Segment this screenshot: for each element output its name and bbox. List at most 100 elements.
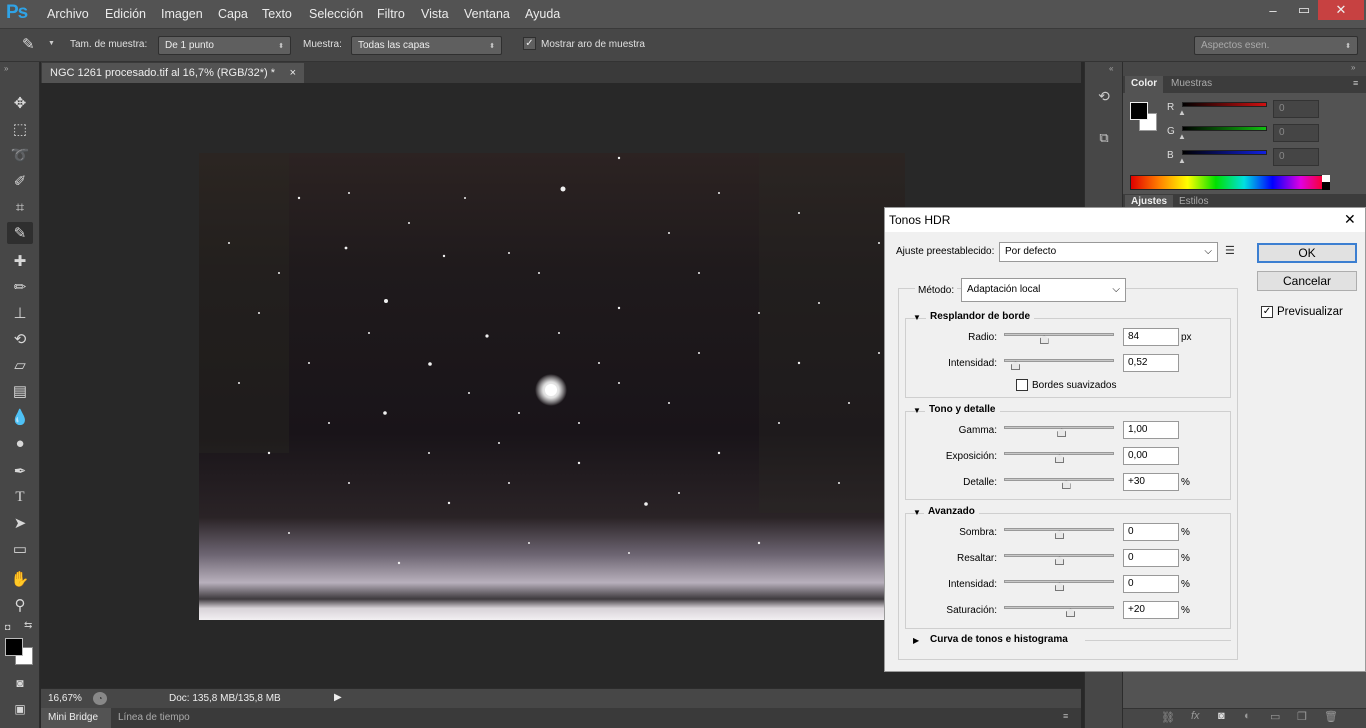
link-layers-icon[interactable]: ⛓ — [1161, 711, 1175, 724]
green-value[interactable]: 0 — [1273, 124, 1319, 142]
highlight-input[interactable]: 0 — [1123, 549, 1179, 567]
tab-mini-bridge[interactable]: Mini Bridge — [41, 708, 111, 728]
saturation-input[interactable]: +20 — [1123, 601, 1179, 619]
red-value[interactable]: 0 — [1273, 100, 1319, 118]
status-info-icon[interactable]: ◔ — [93, 692, 107, 705]
workspace-select[interactable]: Aspectos esen. ⬍ — [1194, 36, 1358, 55]
method-select[interactable]: Adaptación local ⌵ — [961, 278, 1126, 302]
close-window-button[interactable]: ✕ — [1318, 0, 1364, 20]
history-brush-tool-icon[interactable]: ⟲ — [7, 328, 33, 350]
gradient-tool-icon[interactable]: ▤ — [7, 380, 33, 402]
spectrum-black-swatch[interactable] — [1322, 182, 1330, 190]
preset-select[interactable]: Por defecto ⌵ — [999, 242, 1218, 262]
preview-checkbox[interactable]: ✓ — [1261, 306, 1273, 318]
panel-menu-icon[interactable]: ≡ — [1063, 711, 1068, 721]
close-tab-icon[interactable]: × — [290, 67, 296, 79]
trash-icon[interactable]: 🗑 — [1324, 710, 1338, 723]
color-spectrum-ramp[interactable] — [1130, 175, 1330, 190]
pen-tool-icon[interactable]: ✒ — [7, 460, 33, 482]
sample-size-select[interactable]: De 1 punto ⬍ — [158, 36, 291, 55]
collapse-advanced-icon[interactable]: ▼ — [913, 508, 921, 517]
tool-preset-chevron-icon[interactable]: ▼ — [48, 40, 55, 47]
exposure-input[interactable]: 0,00 — [1123, 447, 1179, 465]
tab-timeline[interactable]: Línea de tiempo — [118, 712, 190, 723]
blue-value[interactable]: 0 — [1273, 148, 1319, 166]
menu-edicion[interactable]: Edición — [105, 7, 146, 21]
expand-curve-icon[interactable]: ▶ — [913, 636, 919, 645]
status-menu-arrow-icon[interactable]: ▶ — [334, 692, 342, 703]
detail-slider[interactable] — [1004, 478, 1114, 481]
marquee-tool-icon[interactable]: ⬚ — [7, 118, 33, 140]
green-slider-thumb-icon[interactable]: ▲ — [1178, 132, 1186, 141]
radius-input[interactable]: 84 — [1123, 328, 1179, 346]
menu-vista[interactable]: Vista — [421, 7, 449, 21]
curve-title[interactable]: Curva de tonos e histograma — [926, 634, 1072, 645]
zoom-level[interactable]: 16,67% — [48, 693, 82, 704]
smooth-edges-checkbox[interactable] — [1016, 379, 1028, 391]
swap-colors-icon[interactable]: ⇆ — [24, 620, 32, 631]
layer-mask-icon[interactable]: ◙ — [1218, 710, 1225, 722]
zoom-tool-icon[interactable]: ⚲ — [7, 594, 33, 616]
shape-tool-icon[interactable]: ▭ — [7, 538, 33, 560]
eyedropper-tool-icon[interactable]: ✎ — [7, 222, 33, 244]
history-panel-icon[interactable]: ⟲ — [1092, 84, 1116, 108]
red-slider-thumb-icon[interactable]: ▲ — [1178, 108, 1186, 117]
hand-tool-icon[interactable]: ✋ — [7, 568, 33, 590]
group-folder-icon[interactable]: ▭ — [1270, 710, 1280, 723]
ok-button[interactable]: OK — [1257, 243, 1357, 263]
move-tool-icon[interactable]: ✥ — [7, 92, 33, 114]
green-slider[interactable] — [1182, 126, 1267, 131]
collapse-panels-icon[interactable]: » — [1351, 63, 1355, 72]
menu-imagen[interactable]: Imagen — [161, 7, 203, 21]
menu-ventana[interactable]: Ventana — [464, 7, 510, 21]
dialog-close-button[interactable]: ✕ — [1344, 211, 1356, 228]
radius-slider[interactable] — [1004, 333, 1114, 336]
preset-options-icon[interactable]: ☰ — [1225, 244, 1235, 257]
fg-color-chip[interactable] — [1130, 102, 1148, 120]
quick-select-tool-icon[interactable]: ✐ — [7, 170, 33, 192]
menu-capa[interactable]: Capa — [218, 7, 248, 21]
healing-brush-tool-icon[interactable]: ✚ — [7, 250, 33, 272]
menu-texto[interactable]: Texto — [262, 7, 292, 21]
blur-tool-icon[interactable]: 💧 — [7, 406, 33, 428]
3d-panel-icon[interactable]: ⧉ — [1092, 126, 1116, 150]
document-image[interactable] — [199, 153, 905, 620]
brush-tool-icon[interactable]: ✏ — [7, 276, 33, 298]
path-select-tool-icon[interactable]: ➤ — [7, 512, 33, 534]
gamma-slider[interactable] — [1004, 426, 1114, 429]
blue-slider[interactable] — [1182, 150, 1267, 155]
tab-styles[interactable]: Estilos — [1179, 196, 1208, 207]
red-slider[interactable] — [1182, 102, 1267, 107]
sample-select[interactable]: Todas las capas ⬍ — [351, 36, 502, 55]
adjustment-layer-icon[interactable]: ◐ — [1244, 710, 1251, 722]
lasso-tool-icon[interactable]: ➰ — [7, 144, 33, 166]
tab-swatches[interactable]: Muestras — [1165, 76, 1218, 93]
detail-input[interactable]: +30 — [1123, 473, 1179, 491]
new-layer-icon[interactable]: ❐ — [1297, 710, 1307, 723]
crop-tool-icon[interactable]: ⌗ — [7, 196, 33, 218]
menu-filtro[interactable]: Filtro — [377, 7, 405, 21]
shadow-input[interactable]: 0 — [1123, 523, 1179, 541]
document-tab[interactable]: NGC 1261 procesado.tif al 16,7% (RGB/32*… — [42, 63, 304, 83]
glow-strength-input[interactable]: 0,52 — [1123, 354, 1179, 372]
menu-ayuda[interactable]: Ayuda — [525, 7, 560, 21]
menu-seleccion[interactable]: Selección — [309, 7, 363, 21]
blue-slider-thumb-icon[interactable]: ▲ — [1178, 156, 1186, 165]
foreground-color-swatch[interactable] — [5, 638, 23, 656]
fx-icon[interactable]: fx — [1191, 710, 1200, 722]
stamp-tool-icon[interactable]: ⊥ — [7, 302, 33, 324]
collapse-tone-detail-icon[interactable]: ▼ — [913, 406, 921, 415]
spectrum-white-swatch[interactable] — [1322, 175, 1330, 182]
show-ring-checkbox[interactable]: ✓ — [523, 37, 536, 50]
cancel-button[interactable]: Cancelar — [1257, 271, 1357, 291]
vibrance-input[interactable]: 0 — [1123, 575, 1179, 593]
collapse-edge-glow-icon[interactable]: ▼ — [913, 313, 921, 322]
minimize-button[interactable]: – — [1256, 0, 1290, 20]
saturation-slider[interactable] — [1004, 606, 1114, 609]
menu-archivo[interactable]: Archivo — [47, 7, 89, 21]
expand-dock-icon[interactable]: « — [1109, 64, 1113, 73]
default-colors-icon[interactable]: ◘ — [5, 622, 10, 632]
collapse-toolbox-icon[interactable]: » — [4, 64, 8, 73]
color-panel-menu-icon[interactable]: ≡ — [1353, 78, 1358, 88]
eyedropper-icon[interactable]: ✎ — [22, 35, 35, 53]
